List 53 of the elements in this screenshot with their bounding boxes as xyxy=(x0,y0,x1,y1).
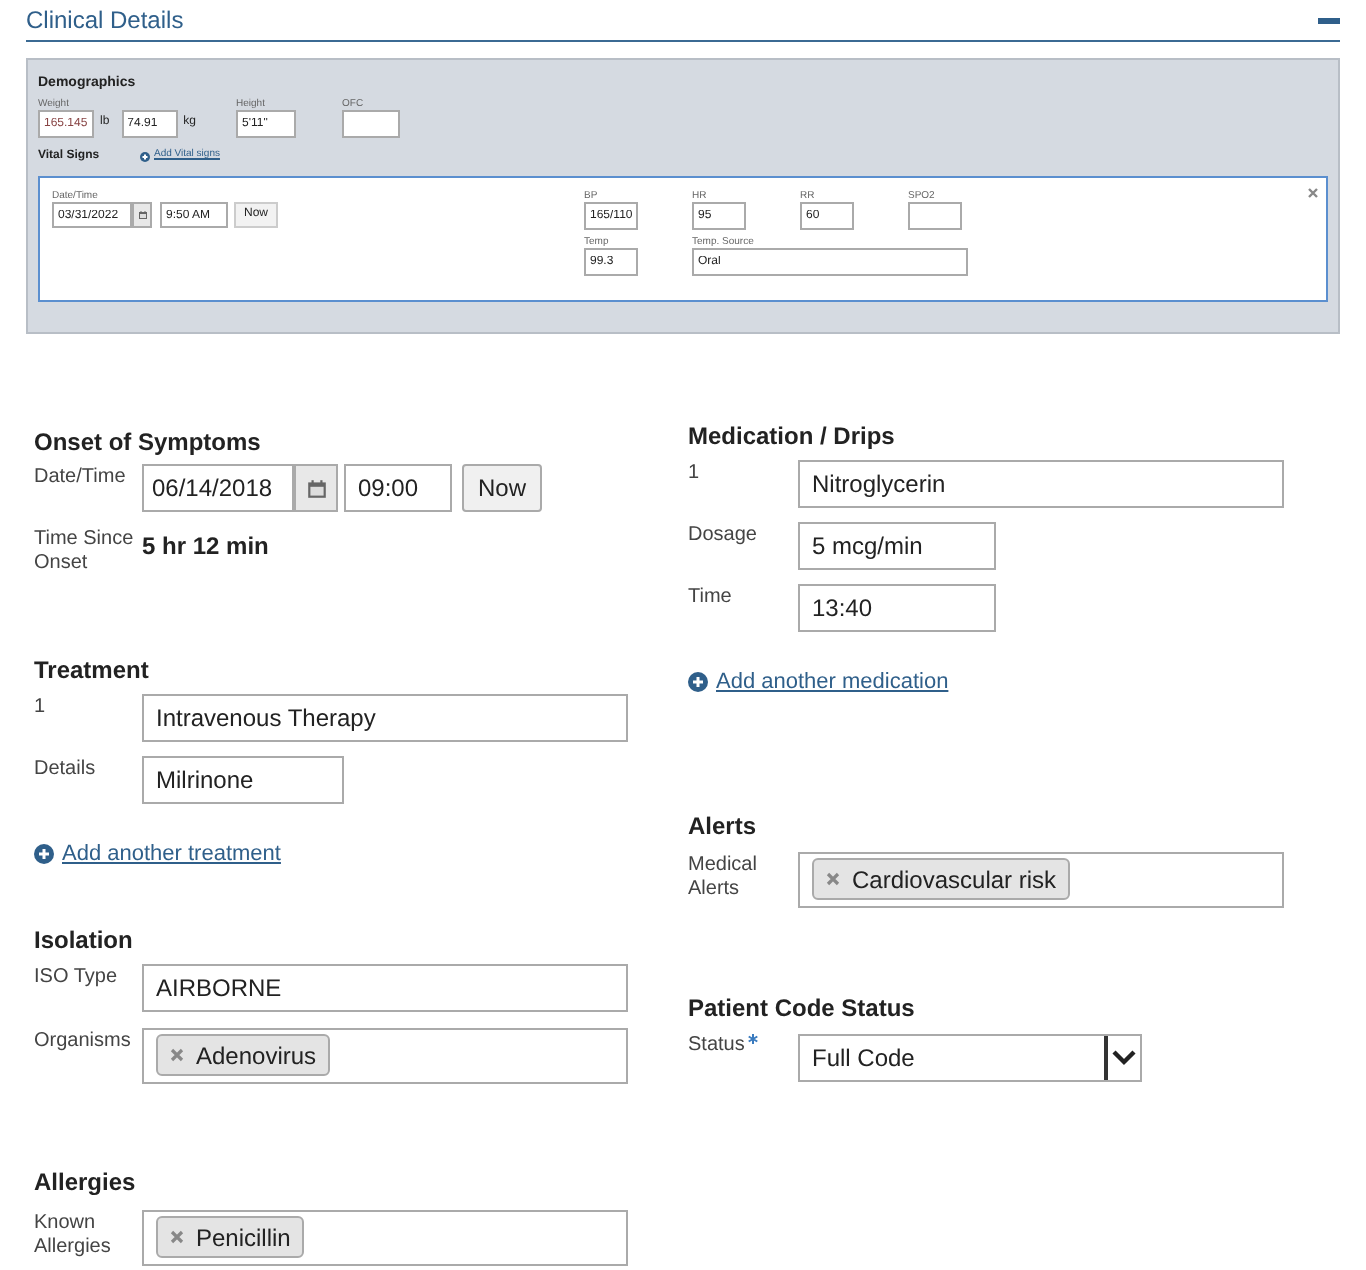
tag-label: Adenovirus xyxy=(196,1039,317,1073)
input-field[interactable]: 06/14/2018 xyxy=(142,464,294,512)
calendar-button[interactable] xyxy=(294,464,338,512)
plus-circle-icon xyxy=(140,151,150,161)
input-field[interactable] xyxy=(342,110,401,138)
remove-icon[interactable] xyxy=(170,1048,184,1062)
input-field[interactable] xyxy=(908,202,962,230)
chevron-down-icon xyxy=(1112,1049,1136,1065)
field-label: Dosage xyxy=(688,522,759,548)
close-icon[interactable] xyxy=(1308,188,1318,198)
section-heading: Treatment xyxy=(34,654,151,688)
field-label: Status xyxy=(688,1033,745,1057)
input-field[interactable]: Intravenous Therapy xyxy=(142,694,628,742)
field-label: Organisms xyxy=(34,1027,133,1053)
item-number: 1 xyxy=(688,460,702,486)
section-heading: Isolation xyxy=(34,923,135,957)
input-field[interactable]: AIRBORNE xyxy=(142,963,628,1011)
calendar-icon xyxy=(305,477,327,499)
remove-icon[interactable] xyxy=(826,872,840,886)
input-field[interactable]: 5 mcg/min xyxy=(798,522,996,570)
remove-icon[interactable] xyxy=(170,1230,184,1244)
tag-label: Cardiovascular risk xyxy=(852,863,1057,897)
add-link[interactable]: Add another medication xyxy=(716,666,949,699)
tag-field[interactable]: Penicillin xyxy=(142,1209,628,1265)
plus-circle-icon xyxy=(688,672,708,693)
input-field[interactable]: 13:40 xyxy=(798,584,996,632)
tag-field[interactable]: Cardiovascular risk xyxy=(798,851,1284,907)
add-link[interactable]: Add another treatment xyxy=(62,838,281,871)
now-button[interactable]: Now xyxy=(462,464,543,512)
field-label: Time Since Onset xyxy=(34,528,136,576)
field-label: Known Allergies xyxy=(34,1209,113,1259)
section-heading: Medication / Drips xyxy=(688,420,897,454)
input-field[interactable]: Nitroglycerin xyxy=(798,460,1284,508)
calendar-icon xyxy=(137,210,147,220)
section-title: Clinical Details xyxy=(26,4,184,38)
calendar-button[interactable] xyxy=(132,202,152,228)
item-number: 1 xyxy=(34,694,48,720)
section-heading: Allergies xyxy=(34,1165,138,1199)
time-since-value: 5 hr 12 min xyxy=(142,530,269,564)
field-label: Details xyxy=(34,756,98,782)
input-field[interactable]: 09:00 xyxy=(344,464,452,512)
field-label: Medical Alerts xyxy=(688,851,759,901)
tag-field[interactable]: Adenovirus xyxy=(142,1027,628,1083)
status-select[interactable]: Full Code xyxy=(798,1033,1142,1081)
input-field[interactable]: Milrinone xyxy=(142,756,344,804)
plus-circle-icon xyxy=(34,844,54,865)
field-label: Date/Time xyxy=(34,464,128,490)
field-label: ISO Type xyxy=(34,963,120,989)
section-heading: Patient Code Status xyxy=(688,991,917,1025)
field-label: Time xyxy=(688,584,734,610)
tag-label: Penicillin xyxy=(196,1221,291,1255)
section-heading: Onset of Symptoms xyxy=(34,426,263,460)
section-heading: Alerts xyxy=(688,809,759,843)
